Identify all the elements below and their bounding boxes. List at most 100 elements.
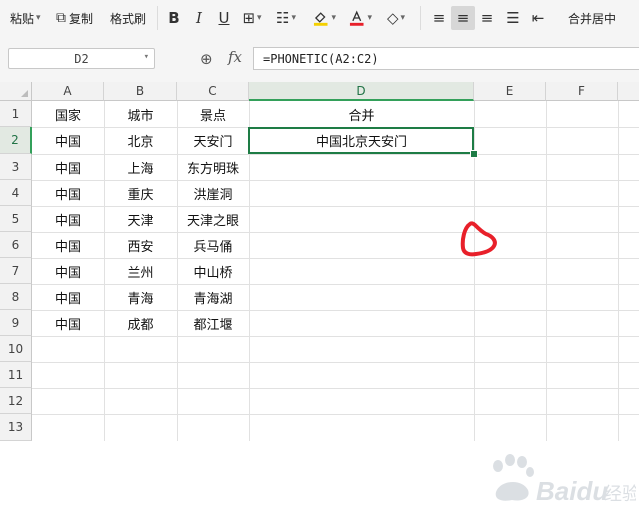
name-box[interactable]: D2 ▾ [8,48,155,69]
chevron-down-icon: ▾ [367,13,372,23]
cell-b7[interactable]: 兰州 [104,258,177,284]
formula-bar: D2 ▾ ⊕ fx =PHONETIC(A2:C2) [0,36,639,82]
copy-label: 复制 [69,11,94,26]
cell-b4[interactable]: 重庆 [104,180,177,206]
formula-input[interactable]: =PHONETIC(A2:C2) [253,47,639,70]
zoom-icon[interactable]: ⊕ [200,50,213,68]
cell-c1[interactable]: 景点 [177,101,249,127]
italic-button[interactable]: I [187,6,211,30]
row-header-10[interactable]: 10 [0,336,32,362]
copy-icon: ⧉ [56,10,66,26]
cell-a1[interactable]: 国家 [32,101,104,127]
row-header-2[interactable]: 2 [0,127,32,154]
row-header-4[interactable]: 4 [0,180,32,206]
cell-style-icon: ☷ [276,9,290,27]
column-header-b[interactable]: B [104,82,177,101]
spreadsheet-grid[interactable]: A B C D E F 1 2 3 4 5 6 7 8 9 10 11 12 1… [0,82,639,506]
borders-icon: ⊞ [242,9,256,27]
format-painter-button[interactable]: 格式刷 [110,0,146,36]
align-left-button[interactable]: ≡ [427,6,451,30]
fill-color-icon [313,12,328,26]
column-header-c[interactable]: C [177,82,249,101]
row-header-8[interactable]: 8 [0,284,32,310]
cell-c6[interactable]: 兵马俑 [177,232,249,258]
cell-a4[interactable]: 中国 [32,180,104,206]
formula-divider [192,48,193,70]
copy-button[interactable]: ⧉ 复制 [56,0,93,36]
cell-b1[interactable]: 城市 [104,101,177,127]
chevron-down-icon: ▾ [400,13,406,23]
cell-a9[interactable]: 中国 [32,310,104,336]
fill-color-button[interactable]: ▾ [312,6,336,30]
row-header-9[interactable]: 9 [0,310,32,336]
cell-a6[interactable]: 中国 [32,232,104,258]
cell-b8[interactable]: 青海 [104,284,177,310]
row-header-11[interactable]: 11 [0,362,32,388]
paste-button[interactable]: 粘贴 ▾ [10,0,41,36]
cell-style-button[interactable]: ☷ ▾ [274,6,298,30]
cell-c2[interactable]: 天安门 [177,127,249,154]
cell-c7[interactable]: 中山桥 [177,258,249,284]
align-center-icon: ≡ [456,9,470,27]
ribbon-toolbar: 粘贴 ▾ ⧉ 复制 格式刷 B I U ⊞▾ ☷▾ ▾ ▾ ◇▾ ≡ ≡ [0,0,639,37]
column-header-a[interactable]: A [32,82,104,101]
borders-button[interactable]: ⊞ ▾ [240,6,264,30]
chevron-down-icon: ▾ [331,13,336,23]
chevron-down-icon: ▾ [36,13,41,23]
select-all-corner[interactable] [0,82,32,101]
column-header-d[interactable]: D [249,82,474,101]
cell-a7[interactable]: 中国 [32,258,104,284]
cell-c4[interactable]: 洪崖洞 [177,180,249,206]
active-cell-border [248,127,474,154]
wrap-button[interactable]: ⇤ [526,6,550,30]
font-color-button[interactable]: ▾ [348,6,372,30]
cell-b9[interactable]: 成都 [104,310,177,336]
baidu-watermark: Baidu 经验 [493,454,636,506]
underline-button[interactable]: U [212,6,236,30]
gridline [32,388,639,389]
row-header-6[interactable]: 6 [0,232,32,258]
column-header-e[interactable]: E [474,82,546,101]
row-header-7[interactable]: 7 [0,258,32,284]
cell-b2[interactable]: 北京 [104,127,177,154]
cell-b3[interactable]: 上海 [104,154,177,180]
cell-d1[interactable]: 合并 [249,101,474,127]
row-header-5[interactable]: 5 [0,206,32,232]
cell-a2[interactable]: 中国 [32,127,104,154]
row-header-1[interactable]: 1 [0,101,32,127]
cell-c3[interactable]: 东方明珠 [177,154,249,180]
gridline [32,414,639,415]
row-header-3[interactable]: 3 [0,154,32,180]
column-header-f[interactable]: F [546,82,618,101]
cell-a8[interactable]: 中国 [32,284,104,310]
toolbar-divider [420,6,421,30]
cell-c9[interactable]: 都江堰 [177,310,249,336]
chevron-down-icon: ▾ [143,52,149,62]
bold-button[interactable]: B [162,6,186,30]
clear-format-button[interactable]: ◇ ▾ [384,6,408,30]
fill-handle[interactable] [470,150,478,158]
cell-b5[interactable]: 天津 [104,206,177,232]
row-header-12[interactable]: 12 [0,388,32,414]
paw-logo-icon [493,454,534,501]
insert-function-button[interactable]: fx [228,48,242,66]
cell-b6[interactable]: 西安 [104,232,177,258]
row-header-13[interactable]: 13 [0,414,32,441]
align-right-button[interactable]: ≡ [475,6,499,30]
cell-a3[interactable]: 中国 [32,154,104,180]
cell-a5[interactable]: 中国 [32,206,104,232]
formula-text: =PHONETIC(A2:C2) [263,51,379,66]
cell-c5[interactable]: 天津之眼 [177,206,249,232]
column-header-overflow [618,82,639,101]
wrap-icon: ⇤ [531,9,545,27]
gridline [32,362,639,363]
align-center-button[interactable]: ≡ [451,6,475,30]
gridline [618,101,619,441]
chevron-down-icon: ▾ [291,13,296,23]
align-left-icon: ≡ [432,9,446,27]
gridline [32,336,639,337]
justify-button[interactable]: ☰ [501,6,525,30]
paste-label: 粘贴 [10,11,35,26]
cell-c8[interactable]: 青海湖 [177,284,249,310]
merge-center-button[interactable]: 合并居中 [568,0,616,36]
